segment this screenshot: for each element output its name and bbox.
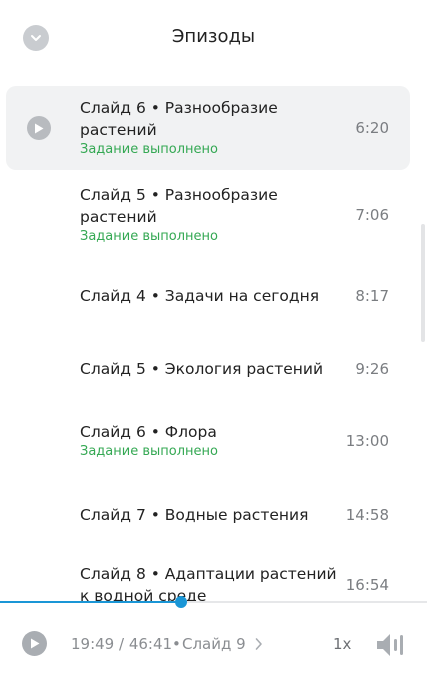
episode-status: Задание выполнено [80,444,218,459]
play-icon [30,638,39,649]
episode-title: Слайд 8 • Адаптации растений к водной ср… [80,565,337,602]
scrollbar[interactable] [421,224,425,342]
episode-title: Слайд 5 • Экология растений [80,360,324,378]
episode-title: Слайд 6 • Флора [80,423,217,441]
playback-speed-button[interactable]: 1x [333,635,351,653]
playback-time: 19:49 / 46:41 [71,635,173,653]
episode-duration: 13:00 [345,432,389,450]
episode-status: Задание выполнено [80,142,218,157]
episode-item[interactable]: Слайд 8 • Адаптации растений к водной ср… [6,543,410,602]
episode-duration: 8:17 [355,287,389,305]
episode-title: Слайд 4 • Задачи на сегодня [80,287,320,305]
separator-dot: • [172,635,181,653]
episode-item[interactable]: Слайд 5 • Разнообразие растений Задание … [6,173,410,257]
episode-item[interactable]: Слайд 6 • Разнообразие растений Задание … [6,86,410,170]
progress-fill [0,601,182,603]
page-title: Эпизоды [171,26,256,47]
episode-title: Слайд 6 • Разнообразие растений [80,99,278,139]
episode-duration: 16:54 [345,576,389,594]
episodes-header: Эпизоды [0,0,427,78]
volume-icon[interactable] [375,631,407,659]
episode-item[interactable]: Слайд 4 • Задачи на сегодня 8:17 [6,254,410,338]
episode-duration: 6:20 [355,119,389,137]
chevron-right-icon[interactable] [254,637,264,651]
play-icon[interactable] [27,116,51,140]
next-slide-link[interactable]: Слайд 9 [182,635,246,653]
episode-duration: 7:06 [355,206,389,224]
episode-list[interactable]: Слайд 6 • Разнообразие растений Задание … [6,86,410,602]
episode-status: Задание выполнено [80,229,218,244]
player-bar: 19:49 / 46:41 • Слайд 9 1x [0,604,427,677]
play-button[interactable] [22,631,47,656]
progress-bar[interactable] [0,596,427,608]
episode-item[interactable]: Слайд 6 • Флора Задание выполнено 13:00 [6,399,410,483]
episode-title: Слайд 5 • Разнообразие растений [80,186,278,226]
episode-title: Слайд 7 • Водные растения [80,506,309,524]
